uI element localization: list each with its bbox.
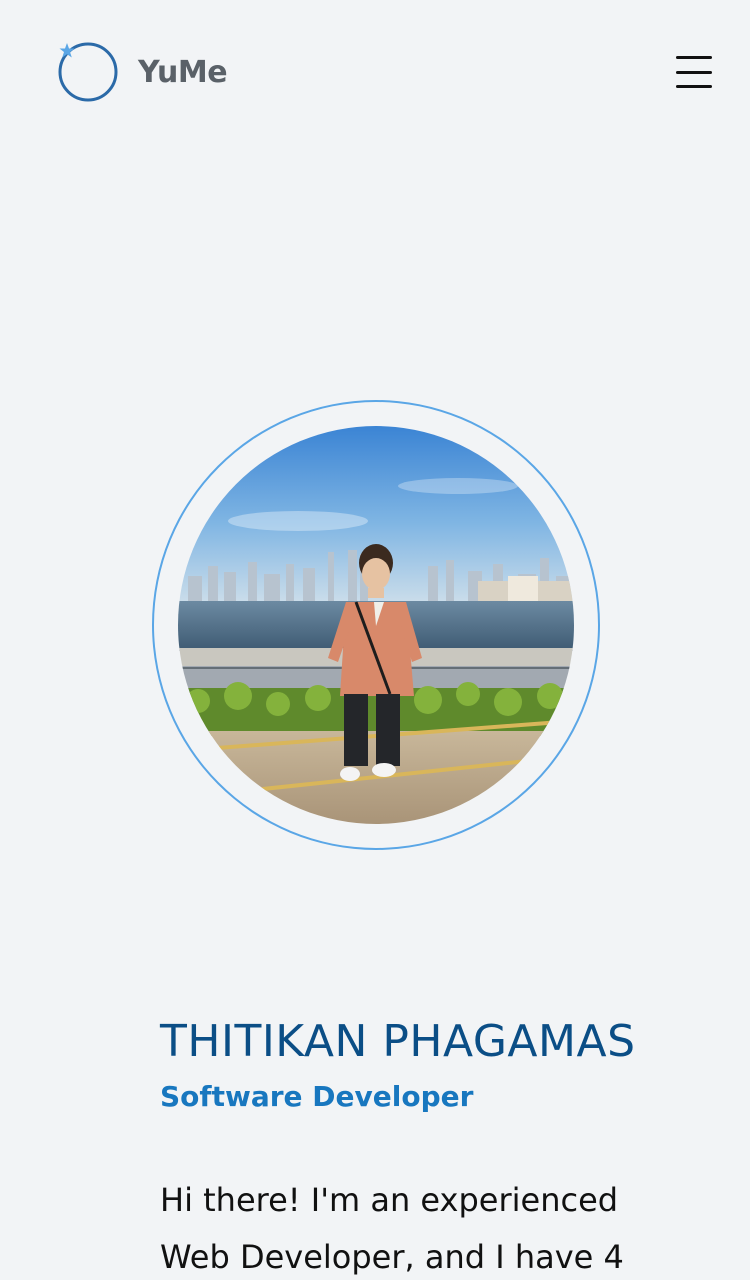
circle-star-logo-icon [56,40,120,104]
profile-photo [178,426,574,824]
profile-role: Software Developer [160,1080,474,1113]
profile-name: THITIKAN PHAGAMAS [160,1016,636,1067]
site-header: YuMe [0,0,750,140]
hamburger-menu-button[interactable] [674,54,714,90]
profile-photo-frame [152,400,600,850]
page: YuMe THITIKAN PHAGAMAS Software Develope… [0,0,750,1280]
menu-bar [676,56,712,59]
menu-bar [676,70,712,74]
logo-link[interactable]: YuMe [56,40,228,104]
logo-text: YuMe [138,54,228,90]
profile-bio: Hi there! I'm an experienced Web Develop… [160,1181,624,1276]
menu-bar [676,85,712,88]
